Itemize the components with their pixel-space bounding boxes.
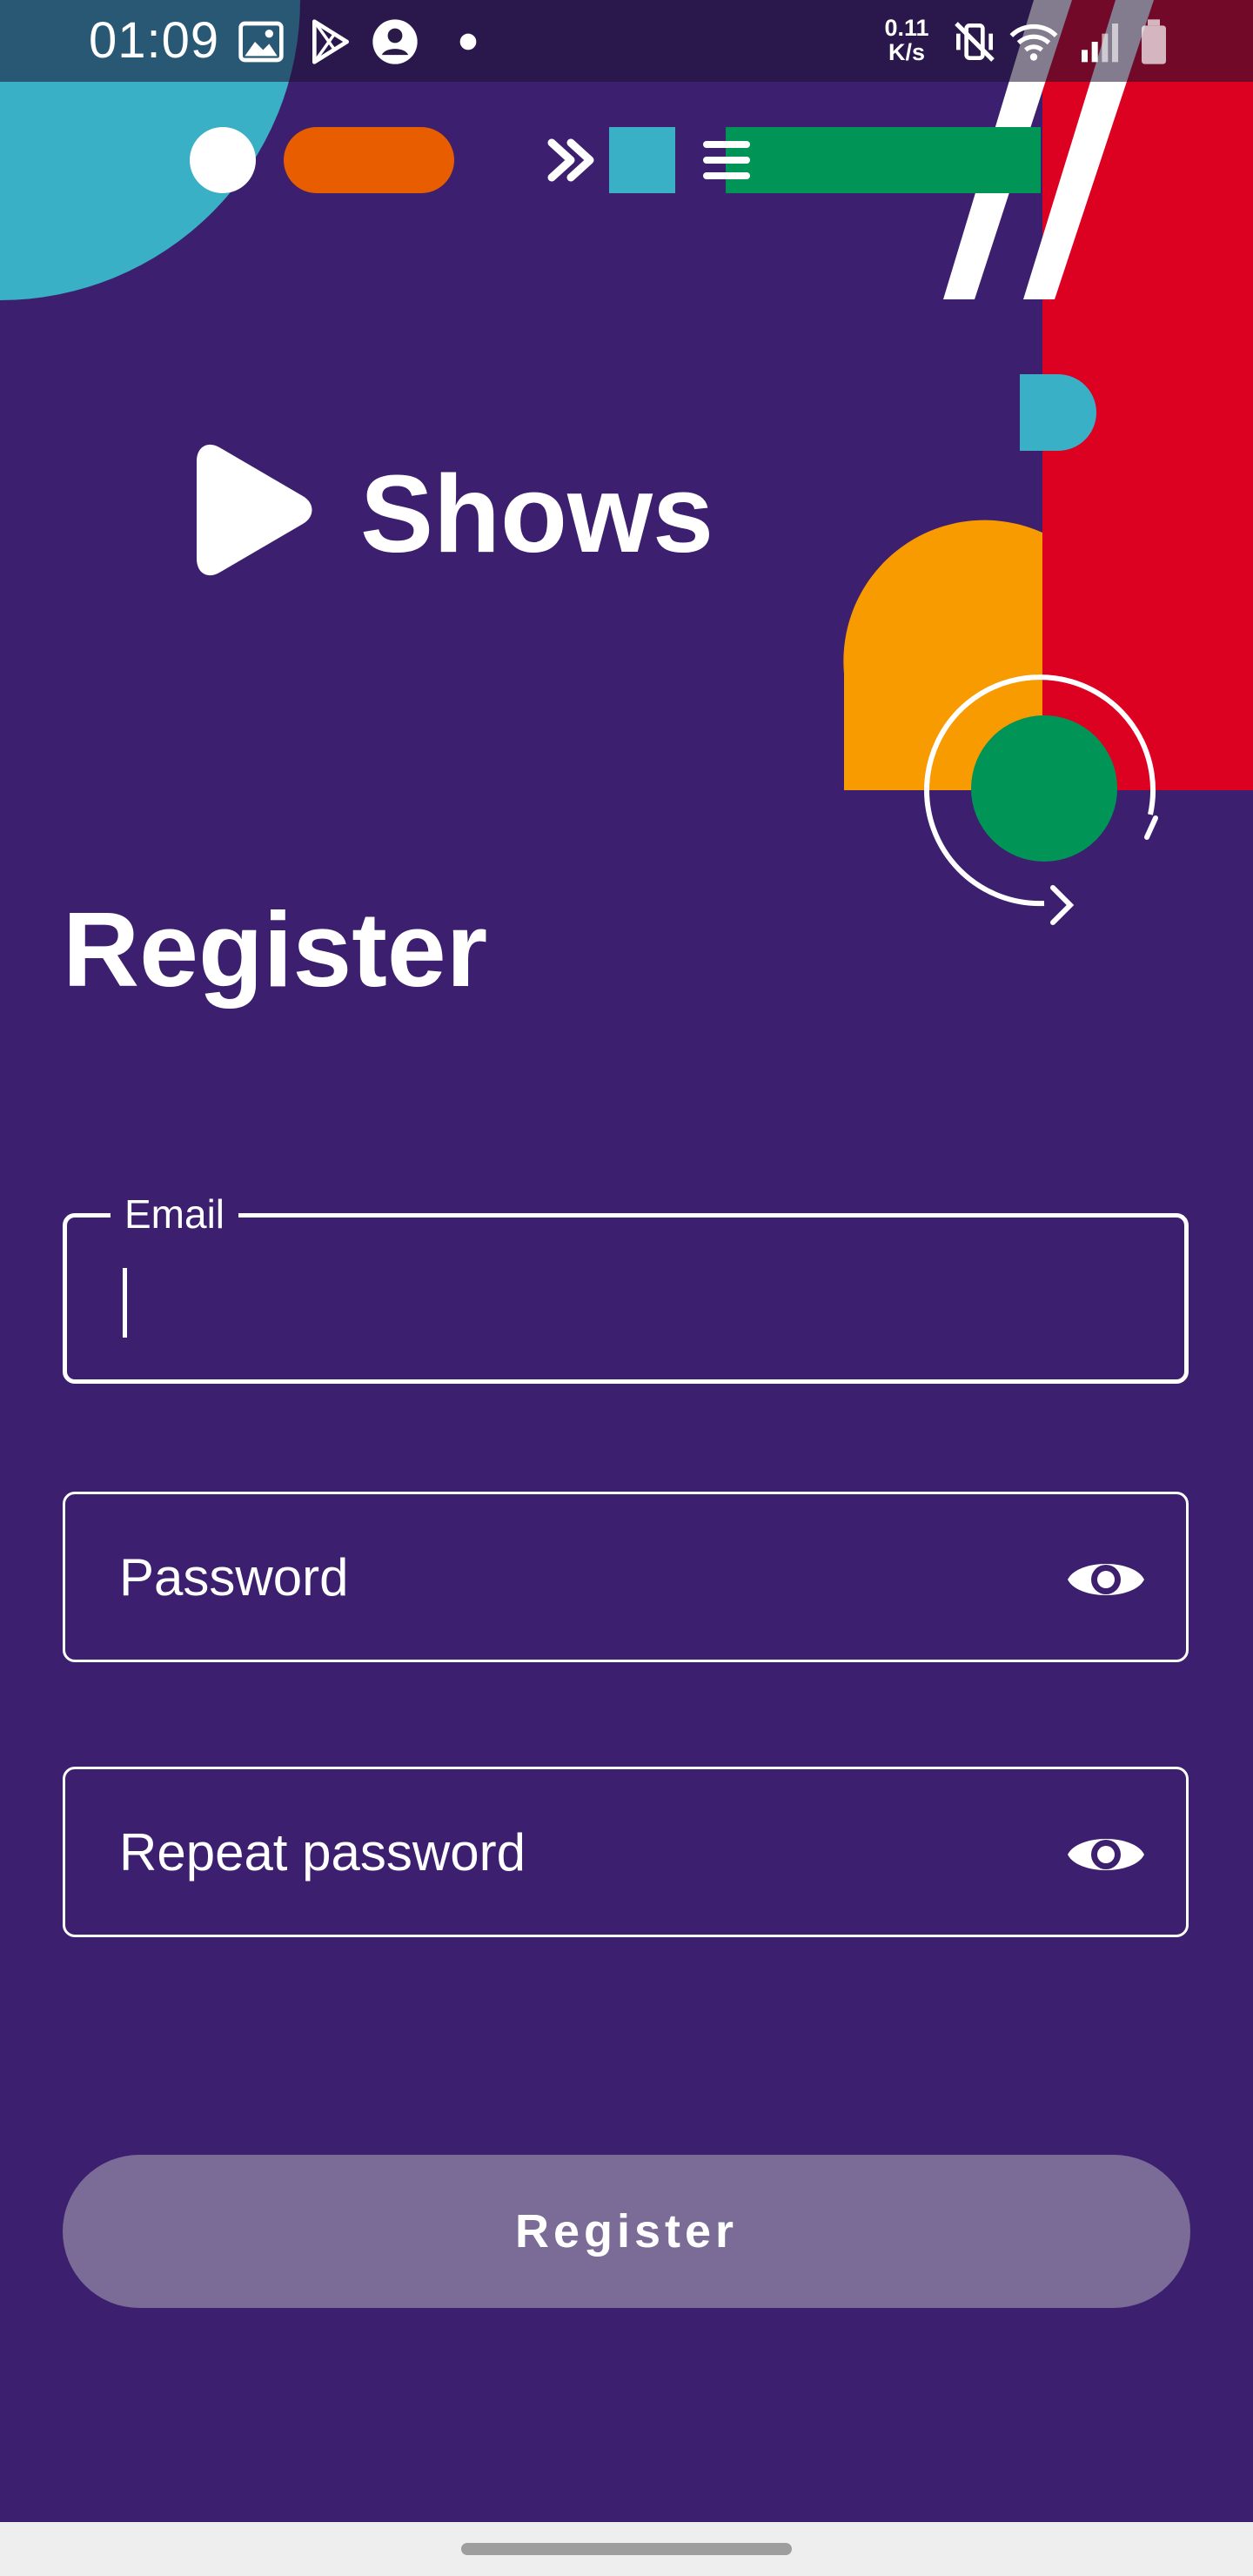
home-gesture-handle[interactable] [461,2543,792,2555]
page-title: Register [63,890,488,1009]
ring-dash [1144,815,1158,840]
status-time: 01:09 [89,12,220,69]
green-circle [971,715,1117,862]
eye-icon [1068,1839,1144,1870]
password-visibility-toggle[interactable] [1066,1543,1146,1616]
white-circle [190,127,256,193]
teal-square [609,127,675,193]
battery-icon [1142,19,1166,64]
password-input[interactable] [119,1494,1047,1660]
email-input[interactable] [121,1218,1045,1379]
network-speed: 0.11 K/s [875,16,938,64]
account-circle-icon [372,19,418,64]
play-triangle-icon [197,444,312,576]
repeat-password-input[interactable] [119,1769,1047,1935]
repeat-password-field[interactable] [63,1767,1189,1937]
wifi-icon [1009,23,1058,61]
network-speed-unit: K/s [888,39,926,65]
network-speed-value: 0.11 [884,15,929,41]
vibrate-mute-icon [955,22,995,62]
signal-icon [1082,23,1118,63]
eye-icon [1068,1564,1144,1595]
play-store-icon [312,19,349,64]
email-field[interactable]: Email [63,1188,1189,1384]
repeat-password-visibility-toggle[interactable] [1066,1818,1146,1891]
green-bar [726,127,1041,193]
password-field[interactable] [63,1492,1189,1662]
dot-icon [459,33,477,50]
register-button[interactable]: Register [63,2155,1190,2308]
double-chevron-icon [547,138,594,182]
gallery-icon [238,21,284,63]
text-cursor [123,1268,127,1338]
orange-pill [284,127,454,193]
ring-arrow [1050,885,1075,925]
teal-d-shape [1020,374,1096,451]
brand-name: Shows [360,453,714,575]
